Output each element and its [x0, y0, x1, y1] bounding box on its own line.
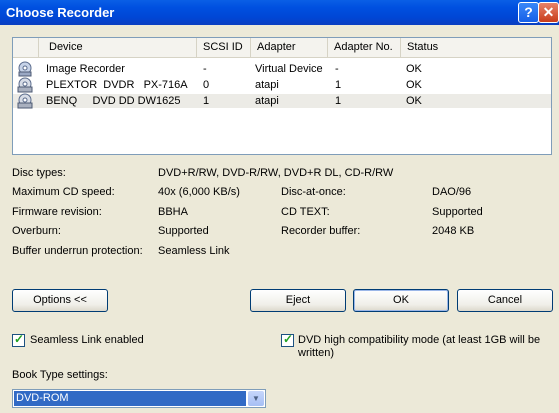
list-item[interactable]: Image Recorder - Virtual Device - OK [13, 61, 551, 77]
chevron-down-icon[interactable]: ▼ [248, 391, 264, 406]
title-bar: Choose Recorder ? ✕ [0, 0, 559, 25]
firmware-label: Firmware revision: [12, 206, 102, 218]
adapter-no: 1 [335, 95, 342, 107]
icon-column-header[interactable] [13, 38, 39, 57]
buffer-protection-value: Seamless Link [158, 245, 230, 257]
device-name: Image Recorder [46, 63, 125, 75]
status: OK [406, 95, 422, 107]
adapter: atapi [255, 95, 279, 107]
device-name: PLEXTOR DVDR PX-716A [46, 79, 188, 91]
recorder-buffer-value: 2048 KB [432, 225, 475, 237]
dvd-compat-checkbox[interactable]: ✓ [281, 332, 294, 347]
book-type-value: DVD-ROM [14, 391, 246, 406]
window-title: Choose Recorder [6, 5, 115, 20]
help-button[interactable]: ? [518, 2, 539, 23]
overburn-label: Overburn: [12, 225, 61, 237]
column-header-adapter[interactable]: Adapter [251, 38, 328, 57]
list-item[interactable]: BENQ DVD DD DW1625 1 atapi 1 OK [13, 93, 551, 109]
cd-text-value: Supported [432, 206, 483, 218]
seamless-link-label[interactable]: Seamless Link enabled [30, 334, 144, 346]
checkmark-icon: ✓ [283, 332, 294, 346]
list-header: Device SCSI ID Adapter Adapter No. Statu… [13, 38, 551, 58]
disc-at-once-label: Disc-at-once: [281, 186, 346, 198]
column-header-scsi-id[interactable]: SCSI ID [197, 38, 251, 57]
recorder-buffer-label: Recorder buffer: [281, 225, 361, 237]
status: OK [406, 63, 422, 75]
adapter: atapi [255, 79, 279, 91]
adapter-no: 1 [335, 79, 342, 91]
seamless-link-checkbox[interactable]: ✓ [12, 332, 25, 347]
buffer-protection-label: Buffer underrun protection: [12, 245, 143, 257]
status: OK [406, 79, 422, 91]
recorder-list[interactable]: Device SCSI ID Adapter Adapter No. Statu… [12, 37, 552, 155]
max-speed-label: Maximum CD speed: [12, 186, 115, 198]
book-type-label: Book Type settings: [12, 369, 108, 381]
disc-types-value: DVD+R/RW, DVD-R/RW, DVD+R DL, CD-R/RW [158, 167, 394, 179]
ok-button[interactable]: OK [353, 289, 449, 312]
scsi-id: 0 [203, 79, 210, 91]
dvd-compat-label-cont[interactable]: written) [298, 347, 334, 359]
firmware-value: BBHA [158, 206, 188, 218]
optical-drive-icon [17, 77, 33, 93]
list-item[interactable]: PLEXTOR DVDR PX-716A 0 atapi 1 OK [13, 77, 551, 93]
column-header-status[interactable]: Status [401, 38, 551, 57]
optical-drive-icon [17, 93, 33, 109]
eject-button[interactable]: Eject [250, 289, 346, 312]
disc-at-once-value: DAO/96 [432, 186, 472, 198]
cd-text-label: CD TEXT: [281, 206, 330, 218]
checkmark-icon: ✓ [14, 332, 25, 346]
image-recorder-icon [18, 61, 32, 77]
book-type-select[interactable]: DVD-ROM ▼ [12, 389, 266, 408]
disc-types-label: Disc types: [12, 167, 66, 179]
column-header-adapter-no[interactable]: Adapter No. [328, 38, 401, 57]
overburn-value: Supported [158, 225, 209, 237]
adapter-no: - [335, 63, 339, 75]
options-button[interactable]: Options << [12, 289, 108, 312]
scsi-id: - [203, 63, 207, 75]
max-speed-value: 40x (6,000 KB/s) [158, 186, 240, 198]
scsi-id: 1 [203, 95, 210, 107]
close-button[interactable]: ✕ [538, 2, 559, 23]
cancel-button[interactable]: Cancel [457, 289, 553, 312]
column-header-device[interactable]: Device [39, 38, 197, 57]
dvd-compat-label[interactable]: DVD high compatibility mode (at least 1G… [298, 334, 540, 346]
device-name: BENQ DVD DD DW1625 [46, 95, 181, 107]
adapter: Virtual Device [255, 63, 323, 75]
